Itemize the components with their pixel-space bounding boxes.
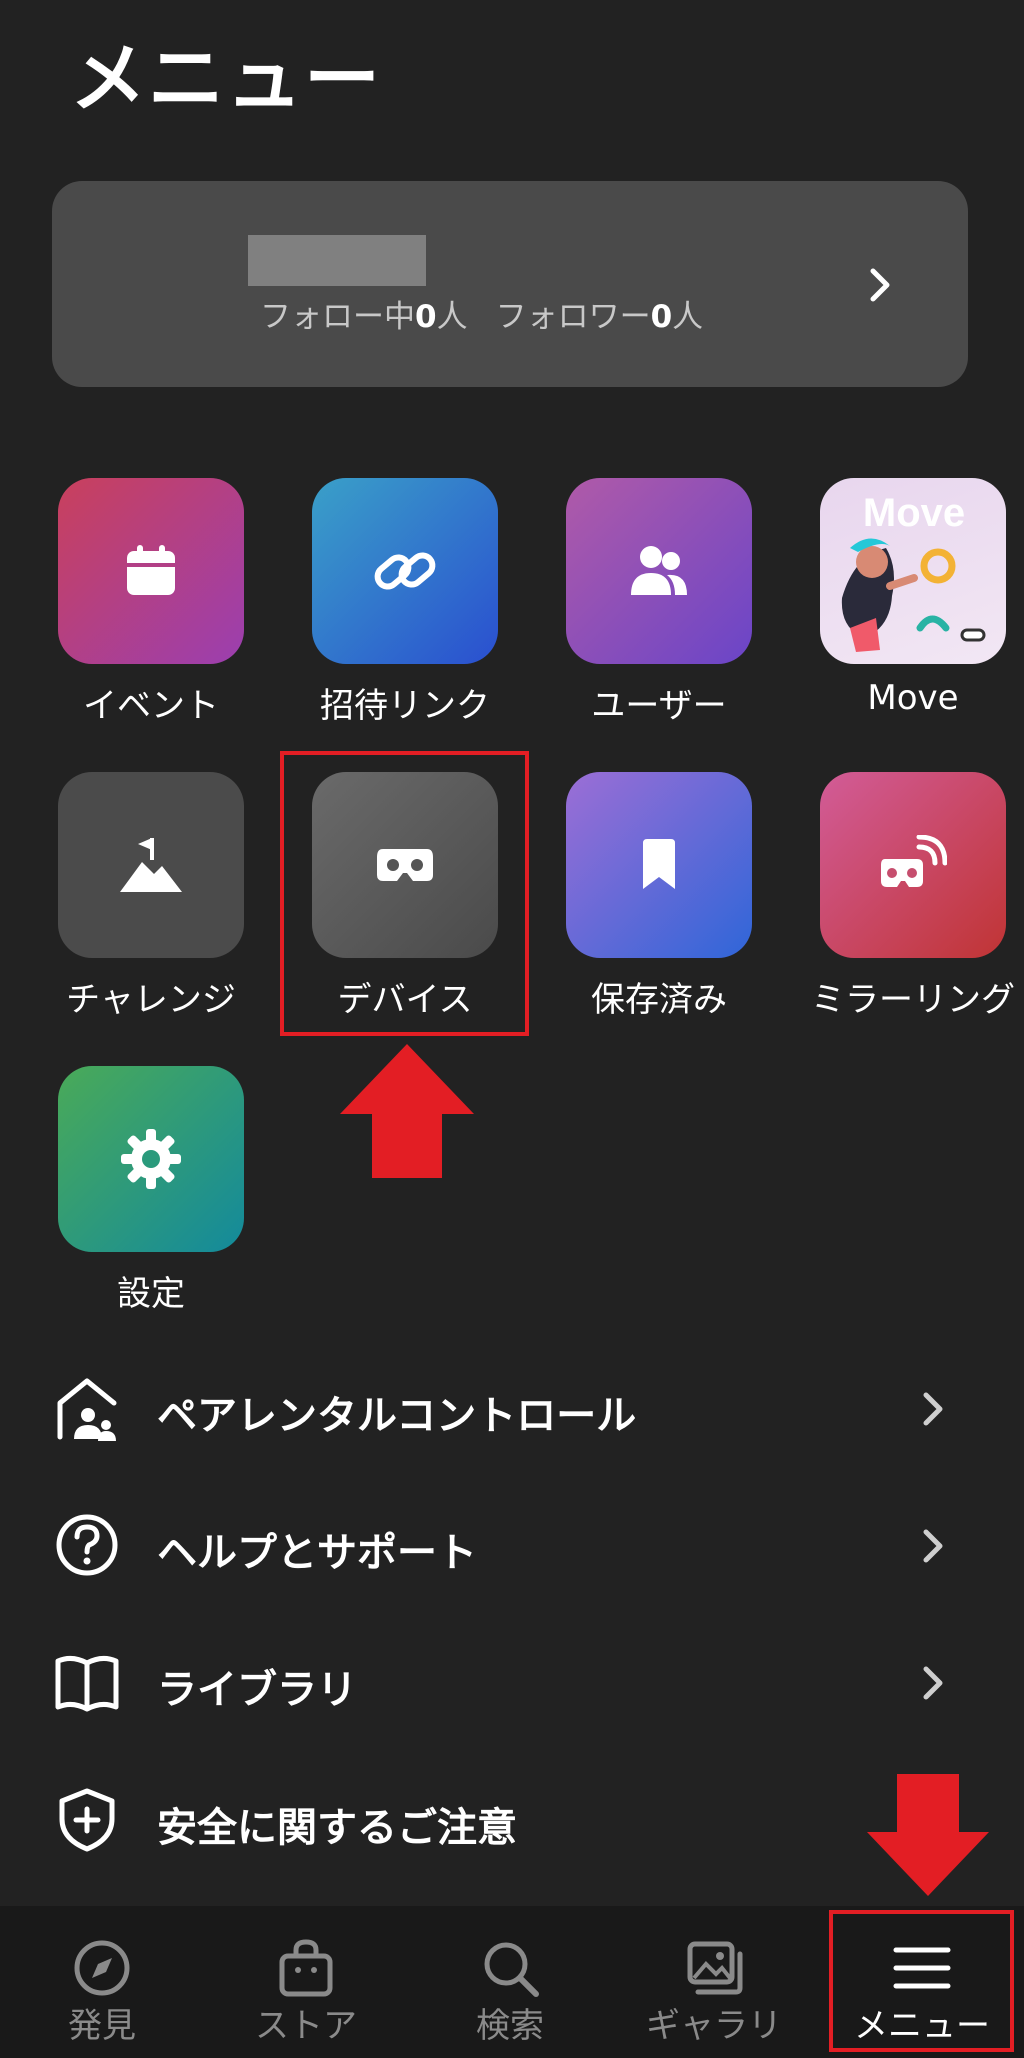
chevron-right-icon bbox=[870, 268, 890, 302]
followers-suffix: 人 bbox=[672, 299, 704, 335]
grid-item-settings[interactable]: 設定 bbox=[0, 1066, 250, 1326]
users-icon bbox=[566, 478, 752, 664]
mountain-flag-icon bbox=[58, 772, 244, 958]
menu-row-parental-control[interactable]: ペアレンタルコントロール bbox=[0, 1353, 1024, 1463]
nav-item-search[interactable]: 検索 bbox=[408, 1906, 612, 2058]
annotation-arrow-up-icon bbox=[340, 1044, 474, 1178]
family-home-icon bbox=[57, 1378, 117, 1441]
book-icon bbox=[55, 1655, 119, 1712]
search-icon bbox=[484, 1942, 539, 1997]
link-icon bbox=[312, 478, 498, 664]
calendar-icon bbox=[58, 478, 244, 664]
chevron-right-icon bbox=[923, 1666, 943, 1700]
menu-label-help-support: ヘルプとサポート bbox=[157, 1530, 477, 1576]
compass-icon bbox=[74, 1940, 130, 1996]
page-title: メニュー bbox=[70, 34, 382, 123]
nav-label-gallery: ギャラリ bbox=[646, 2006, 782, 2046]
grid-label-mirroring: ミラーリング bbox=[811, 980, 1015, 1020]
followers-label: フォロワー bbox=[495, 299, 651, 335]
shield-plus-icon bbox=[59, 1788, 115, 1852]
menu-label-parental-control: ペアレンタルコントロール bbox=[157, 1393, 637, 1439]
profile-name-redacted bbox=[248, 235, 426, 286]
chevron-right-icon bbox=[923, 1392, 943, 1426]
grid-item-invite-link[interactable]: 招待リンク bbox=[254, 478, 504, 738]
gear-icon bbox=[58, 1066, 244, 1252]
nav-label-discover: 発見 bbox=[68, 2006, 136, 2046]
cast-headset-icon bbox=[820, 772, 1006, 958]
grid-item-users[interactable]: ユーザー bbox=[508, 478, 758, 738]
annotation-highlight-menu-tab bbox=[829, 1910, 1014, 2052]
following-label: フォロー中 bbox=[260, 299, 415, 335]
nav-label-store: ストア bbox=[255, 2006, 357, 2046]
chevron-right-icon bbox=[923, 1529, 943, 1563]
followers-count: 0 bbox=[650, 299, 673, 335]
move-thumbnail-title: Move bbox=[863, 491, 965, 535]
grid-label-move: Move bbox=[867, 678, 959, 718]
profile-card[interactable]: フォロー中0人 フォロワー0人 bbox=[52, 181, 968, 387]
gallery-icon bbox=[687, 1941, 743, 1995]
move-app-thumbnail: Move bbox=[820, 478, 1006, 664]
grid-item-saved[interactable]: 保存済み bbox=[508, 772, 758, 1032]
menu-row-help-support[interactable]: ヘルプとサポート bbox=[0, 1490, 1024, 1600]
grid-label-settings: 設定 bbox=[117, 1274, 185, 1314]
menu-label-safety: 安全に関するご注意 bbox=[157, 1805, 517, 1851]
annotation-arrow-down-icon bbox=[867, 1774, 989, 1896]
annotation-highlight-devices bbox=[280, 751, 529, 1036]
grid-item-move[interactable]: Move Move bbox=[762, 478, 1012, 738]
menu-label-library: ライブラリ bbox=[157, 1667, 357, 1713]
following-count: 0 bbox=[415, 299, 437, 335]
shopping-bag-icon bbox=[279, 1939, 333, 1997]
grid-item-events[interactable]: イベント bbox=[0, 478, 250, 738]
help-circle-icon bbox=[56, 1514, 118, 1576]
grid-item-mirroring[interactable]: ミラーリング bbox=[762, 772, 1015, 1032]
menu-row-library[interactable]: ライブラリ bbox=[0, 1627, 1024, 1737]
profile-stats: フォロー中0人 フォロワー0人 bbox=[260, 291, 703, 336]
nav-item-store[interactable]: ストア bbox=[204, 1906, 408, 2058]
nav-item-discover[interactable]: 発見 bbox=[0, 1906, 204, 2058]
nav-label-search: 検索 bbox=[476, 2006, 544, 2046]
nav-item-gallery[interactable]: ギャラリ bbox=[612, 1906, 816, 2058]
following-suffix: 人 bbox=[436, 299, 468, 335]
bookmark-icon bbox=[566, 772, 752, 958]
grid-item-challenges[interactable]: チャレンジ bbox=[0, 772, 250, 1032]
